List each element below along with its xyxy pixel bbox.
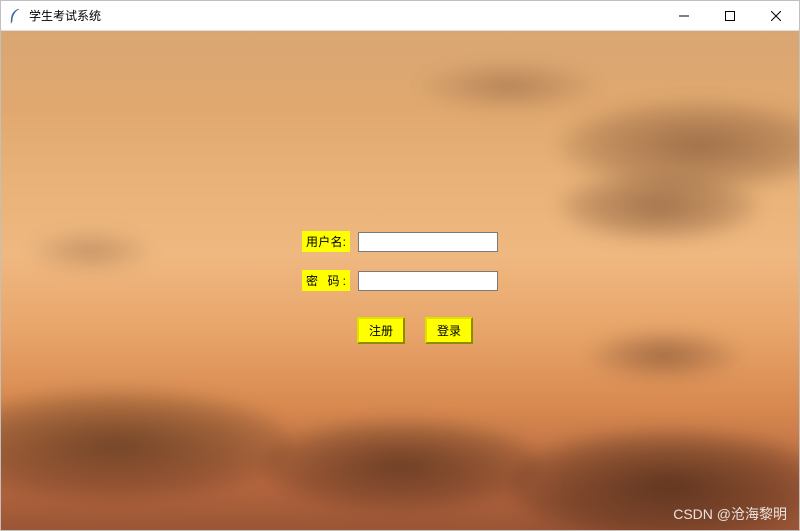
maximize-button[interactable] (707, 1, 753, 30)
decorative-cloud (261, 420, 541, 510)
window-title: 学生考试系统 (29, 7, 661, 24)
decorative-cloud (1, 390, 291, 500)
decorative-cloud (419, 61, 599, 111)
password-input[interactable] (358, 271, 498, 291)
username-row: 用户名: (302, 231, 498, 252)
decorative-cloud (589, 330, 739, 380)
decorative-cloud (31, 231, 151, 271)
application-window: 学生考试系统 用户名: 密 码: (0, 0, 800, 531)
close-button[interactable] (753, 1, 799, 30)
content-area: 用户名: 密 码: 注册 登录 CSDN @沧海黎明 (1, 31, 799, 530)
decorative-cloud (509, 430, 799, 530)
window-controls (661, 1, 799, 30)
feather-icon (7, 8, 23, 24)
password-label: 密 码: (302, 270, 350, 291)
button-row: 注册 登录 (357, 317, 473, 344)
login-form: 用户名: 密 码: 注册 登录 (302, 231, 498, 344)
username-input[interactable] (358, 232, 498, 252)
titlebar: 学生考试系统 (1, 1, 799, 31)
login-button[interactable]: 登录 (425, 317, 473, 344)
decorative-cloud (559, 171, 759, 241)
password-row: 密 码: (302, 270, 498, 291)
register-button[interactable]: 注册 (357, 317, 405, 344)
minimize-button[interactable] (661, 1, 707, 30)
username-label: 用户名: (302, 231, 350, 252)
